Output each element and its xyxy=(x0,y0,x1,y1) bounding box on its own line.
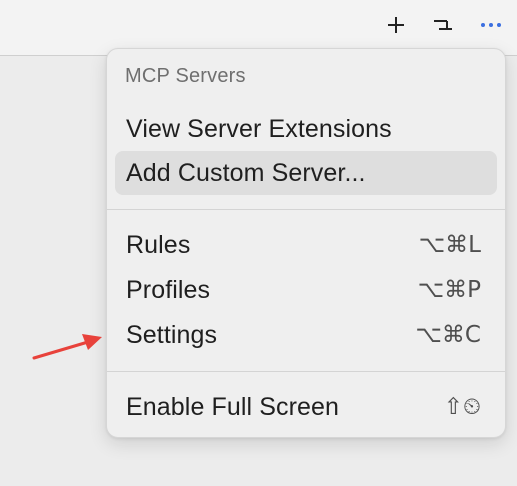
more-icon[interactable] xyxy=(476,10,506,40)
shortcut-label: ⌥⌘C xyxy=(415,322,481,348)
list-icon[interactable] xyxy=(428,10,458,40)
plus-icon[interactable] xyxy=(381,10,411,40)
menu-item-label: Rules xyxy=(126,230,191,259)
menu-section-header: MCP Servers xyxy=(125,65,246,87)
menu-item-label: View Server Extensions xyxy=(126,114,392,143)
menu-item-profiles[interactable]: Profiles ⌥⌘P xyxy=(115,268,497,312)
menu-item-view-server-extensions[interactable]: View Server Extensions xyxy=(115,107,497,151)
menu-item-enable-full-screen[interactable]: Enable Full Screen ⇧⏲ xyxy=(115,385,497,429)
menu-item-add-custom-server[interactable]: Add Custom Server... xyxy=(115,151,497,195)
red-arrow-annotation xyxy=(32,334,102,360)
menu-item-label: Settings xyxy=(126,320,218,349)
menu-separator xyxy=(107,371,505,372)
menu-item-rules[interactable]: Rules ⌥⌘L xyxy=(115,223,497,267)
dropdown-menu: MCP Servers View Server Extensions Add C… xyxy=(106,48,506,438)
shortcut-label: ⌥⌘L xyxy=(418,232,481,258)
shortcut-label: ⌥⌘P xyxy=(417,277,481,303)
app-window: MCP Servers View Server Extensions Add C… xyxy=(0,0,517,486)
menu-item-settings[interactable]: Settings ⌥⌘C xyxy=(115,313,497,357)
shortcut-label: ⇧⏲ xyxy=(443,394,481,420)
menu-item-label: Profiles xyxy=(126,275,211,304)
menu-item-label: Enable Full Screen xyxy=(126,392,340,421)
menu-item-label: Add Custom Server... xyxy=(126,158,366,187)
menu-separator xyxy=(107,209,505,210)
